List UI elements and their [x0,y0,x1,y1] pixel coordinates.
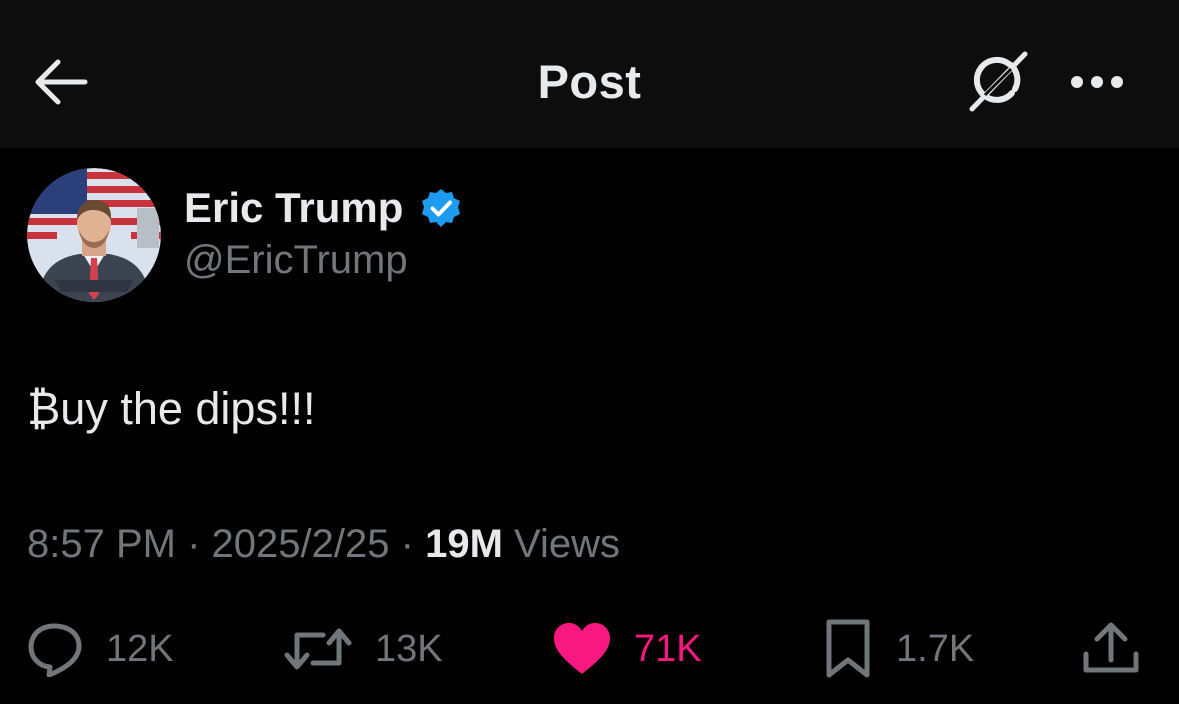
repost-button[interactable]: 13K [283,612,443,686]
post-text: ₿uy the dips!!! [27,383,316,434]
grok-icon [969,51,1028,112]
reply-bubble-icon [28,623,82,677]
meta-separator: · [187,522,201,566]
more-horizontal-icon [1071,76,1123,88]
views-label: Views [514,522,620,566]
repost-count: 13K [375,627,443,670]
views-count[interactable]: 19M [425,522,503,566]
post-time: 8:57 PM [27,522,176,566]
like-button[interactable]: 71K [552,612,702,686]
grok-button[interactable] [960,46,1036,118]
like-count: 71K [634,627,702,670]
more-options-button[interactable] [1062,58,1132,106]
bookmark-icon [826,619,870,678]
bookmark-button[interactable]: 1.7K [822,612,974,686]
top-navigation-bar: Post [0,0,1179,148]
repost-icon [284,628,352,670]
author-display-name[interactable]: Eric Trump [184,184,403,232]
avatar-image [27,168,161,302]
reply-button[interactable]: 12K [26,612,174,686]
bookmark-count: 1.7K [896,627,975,670]
author-avatar[interactable] [27,168,161,302]
post-date: 2025/2/25 [211,522,390,566]
author-handle[interactable]: @EricTrump [184,238,408,283]
heart-icon [554,623,610,674]
share-icon [1083,622,1139,673]
post-metadata: 8:57 PM · 2025/2/25 · 19M Views [27,522,620,567]
verified-badge-icon [420,187,462,229]
meta-separator: · [400,522,414,566]
reply-count: 12K [106,627,174,670]
share-button[interactable] [1080,612,1142,686]
